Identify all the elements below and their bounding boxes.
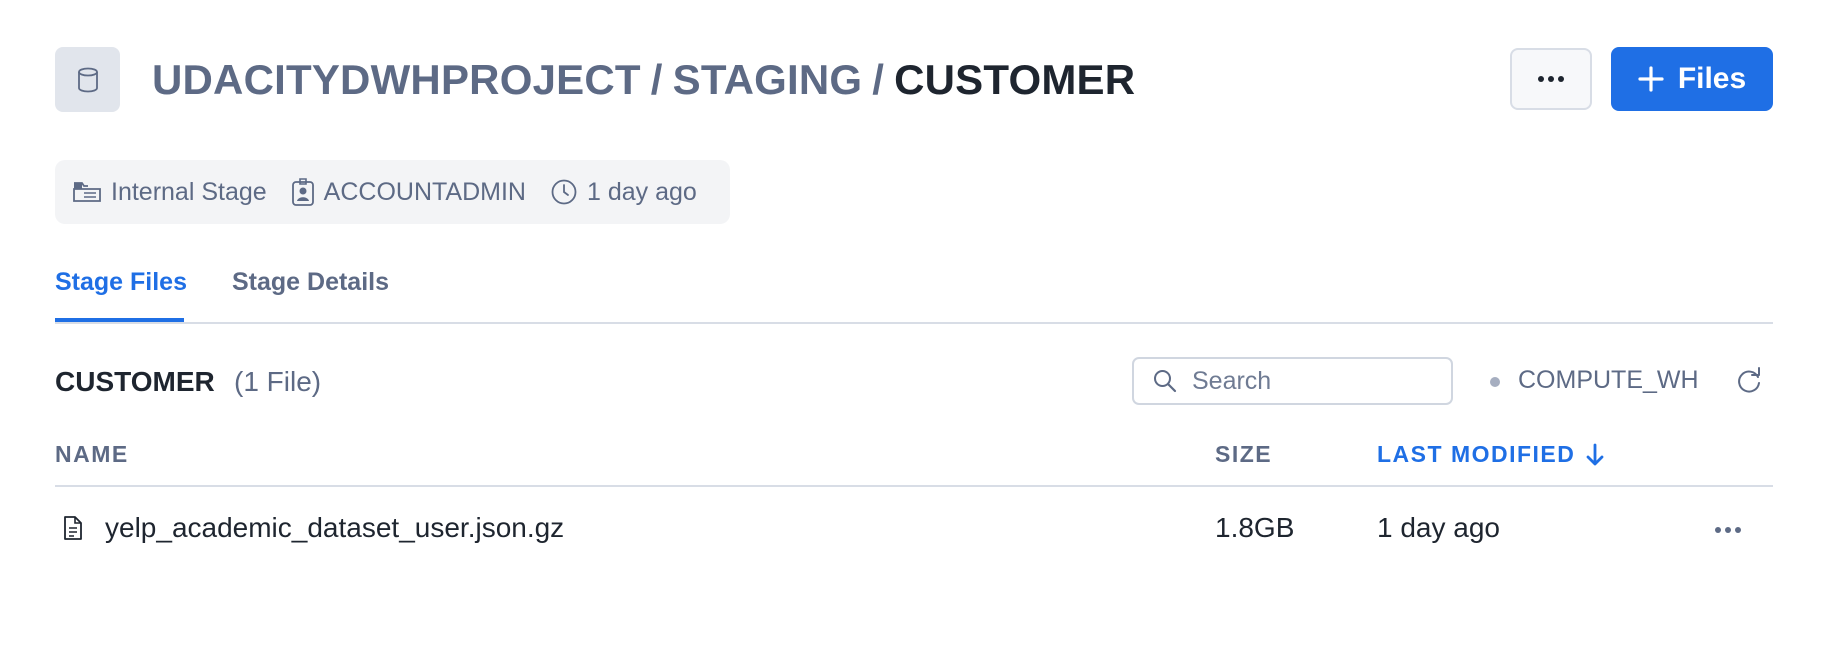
warehouse-selector[interactable]: COMPUTE_WH bbox=[1518, 366, 1699, 395]
file-last-modified: 1 day ago bbox=[1377, 512, 1500, 543]
section-title: CUSTOMER bbox=[55, 366, 215, 397]
ellipsis-icon bbox=[1715, 527, 1741, 533]
arrow-down-icon bbox=[1586, 443, 1604, 465]
search-icon bbox=[1154, 370, 1177, 393]
more-actions-button[interactable] bbox=[1510, 48, 1592, 110]
column-header-last-modified-label: LAST MODIFIED bbox=[1377, 441, 1576, 467]
column-header-name[interactable]: NAME bbox=[55, 441, 129, 468]
tab-stage-files[interactable]: Stage Files bbox=[55, 268, 187, 297]
ellipsis-icon bbox=[1538, 76, 1564, 82]
stage-type-label: Internal Stage bbox=[111, 177, 267, 206]
modified-label: 1 day ago bbox=[586, 177, 697, 206]
row-actions-button[interactable] bbox=[1714, 512, 1742, 547]
stage-type: Internal Stage bbox=[72, 178, 267, 207]
stage-meta-bar: Internal Stage ACCOUNTADMIN 1 day ago bbox=[55, 160, 730, 224]
breadcrumb-schema[interactable]: STAGING bbox=[673, 56, 863, 103]
plus-icon bbox=[1638, 66, 1664, 92]
database-icon bbox=[55, 47, 120, 112]
breadcrumb-separator: / bbox=[650, 56, 663, 103]
breadcrumb-database[interactable]: UDACITYDWHPROJECT bbox=[152, 56, 641, 103]
add-files-label: Files bbox=[1677, 62, 1747, 95]
breadcrumb-stage: CUSTOMER bbox=[894, 56, 1136, 103]
owner-label: ACCOUNTADMIN bbox=[323, 177, 526, 206]
column-header-last-modified[interactable]: LAST MODIFIED bbox=[1377, 441, 1605, 468]
column-header-size[interactable]: SIZE bbox=[1215, 441, 1272, 468]
stage-folder-icon bbox=[73, 182, 101, 202]
search-input[interactable] bbox=[1190, 365, 1434, 397]
refresh-icon bbox=[1738, 367, 1760, 393]
tab-divider bbox=[55, 322, 1773, 324]
search-box[interactable] bbox=[1132, 357, 1453, 405]
stage-modified: 1 day ago bbox=[550, 178, 697, 207]
file-size: 1.8GB bbox=[1215, 512, 1295, 543]
file-count: (1 File) bbox=[234, 366, 322, 397]
user-badge-icon bbox=[291, 178, 314, 206]
add-files-button[interactable]: Files bbox=[1611, 47, 1773, 111]
stage-owner: ACCOUNTADMIN bbox=[291, 177, 526, 207]
file-icon bbox=[64, 516, 82, 540]
breadcrumb-separator: / bbox=[872, 56, 885, 103]
clock-icon bbox=[551, 179, 577, 205]
file-name[interactable]: yelp_academic_dataset_user.json.gz bbox=[105, 512, 564, 544]
warehouse-status-dot bbox=[1490, 377, 1500, 387]
tab-stage-details[interactable]: Stage Details bbox=[232, 268, 389, 297]
table-header-divider bbox=[55, 485, 1773, 487]
page-title: UDACITYDWHPROJECT / STAGING / CUSTOMER bbox=[152, 52, 1135, 108]
refresh-button[interactable] bbox=[1734, 366, 1764, 401]
